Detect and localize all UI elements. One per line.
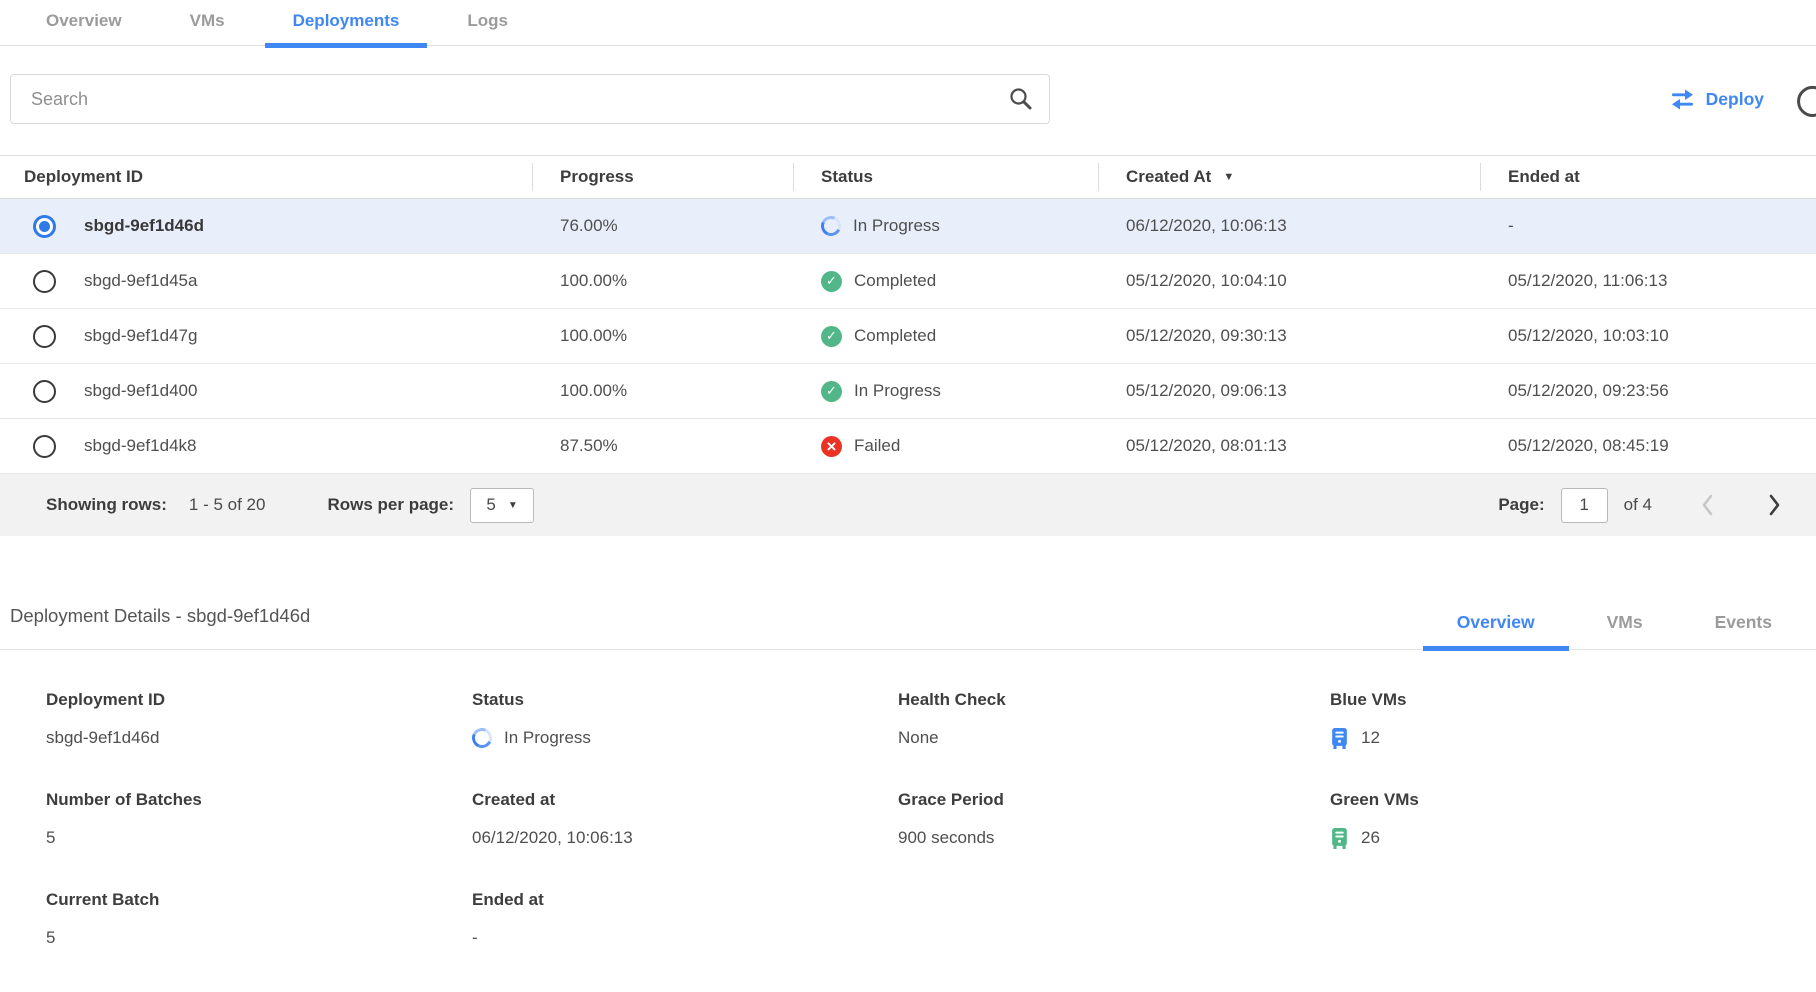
field-health-check: Health Check None	[898, 690, 1330, 750]
deployments-table: Deployment ID Progress Status Created At…	[0, 155, 1816, 536]
field-ended-at: Ended at -	[472, 890, 898, 950]
created-at-value: 05/12/2020, 09:06:13	[1098, 381, 1480, 401]
details-tab-overview[interactable]: Overview	[1421, 602, 1571, 649]
field-grace-period: Grace Period 900 seconds	[898, 790, 1330, 850]
page-number-input[interactable]	[1561, 488, 1608, 523]
deployment-id: sbgd-9ef1d4k8	[84, 436, 196, 456]
rows-per-page-label: Rows per page:	[327, 495, 454, 515]
table-header: Deployment ID Progress Status Created At…	[0, 155, 1816, 199]
table-row[interactable]: sbgd-9ef1d45a 100.00% ✓ Completed 05/12/…	[0, 254, 1816, 309]
status-label: Completed	[854, 326, 936, 346]
deployment-id: sbgd-9ef1d46d	[84, 216, 204, 236]
table-footer: Showing rows: 1 - 5 of 20 Rows per page:…	[0, 474, 1816, 536]
pagination: Page: of 4	[1498, 488, 1786, 523]
column-header-ended-at[interactable]: Ended at	[1480, 156, 1816, 198]
row-radio[interactable]	[33, 380, 56, 403]
showing-rows-value: 1 - 5 of 20	[189, 495, 266, 515]
progress-value: 87.50%	[532, 436, 793, 456]
chevron-down-icon: ▼	[508, 500, 518, 511]
tab-deployments[interactable]: Deployments	[265, 1, 428, 45]
column-header-deployment-id[interactable]: Deployment ID	[0, 156, 532, 198]
ended-at-value: 05/12/2020, 11:06:13	[1480, 271, 1816, 291]
progress-value: 100.00%	[532, 271, 793, 291]
table-row[interactable]: sbgd-9ef1d46d 76.00% In Progress 06/12/2…	[0, 199, 1816, 254]
row-radio[interactable]	[33, 325, 56, 348]
status-label: Completed	[854, 271, 936, 291]
column-header-created-at[interactable]: Created At ▼	[1098, 156, 1480, 198]
next-page-button[interactable]	[1763, 489, 1786, 521]
tab-logs[interactable]: Logs	[439, 1, 536, 45]
sort-desc-icon[interactable]: ▼	[1223, 171, 1234, 183]
field-green-vms: Green VMs 26	[1330, 790, 1816, 850]
status-label: In Progress	[853, 216, 940, 236]
tab-vms[interactable]: VMs	[162, 1, 253, 45]
refresh-icon[interactable]	[1792, 81, 1816, 126]
tab-overview[interactable]: Overview	[18, 1, 150, 45]
details-tab-events[interactable]: Events	[1679, 602, 1808, 649]
progress-value: 76.00%	[532, 216, 793, 236]
field-current-batch: Current Batch 5	[46, 890, 472, 950]
field-deployment-id: Deployment ID sbgd-9ef1d46d	[46, 690, 472, 750]
completed-check-icon: ✓	[821, 326, 842, 347]
field-number-of-batches: Number of Batches 5	[46, 790, 472, 850]
progress-value: 100.00%	[532, 381, 793, 401]
created-at-value: 05/12/2020, 09:30:13	[1098, 326, 1480, 346]
field-status: Status In Progress	[472, 690, 898, 750]
page-total: of 4	[1624, 495, 1652, 515]
search-input[interactable]	[10, 74, 1050, 124]
in-progress-spinner-icon	[818, 213, 844, 239]
details-tab-vms[interactable]: VMs	[1571, 602, 1679, 649]
ended-at-value: 05/12/2020, 09:23:56	[1480, 381, 1816, 401]
table-row[interactable]: sbgd-9ef1d47g 100.00% ✓ Completed 05/12/…	[0, 309, 1816, 364]
previous-page-button[interactable]	[1696, 489, 1719, 521]
details-title: Deployment Details - sbgd-9ef1d46d	[10, 605, 310, 649]
status-label: In Progress	[854, 381, 941, 401]
deploy-button-label: Deploy	[1706, 89, 1764, 110]
deployment-details-section: Deployment Details - sbgd-9ef1d46d Overv…	[0, 602, 1816, 950]
created-at-value: 05/12/2020, 10:04:10	[1098, 271, 1480, 291]
table-row[interactable]: sbgd-9ef1d400 100.00% ✓ In Progress 05/1…	[0, 364, 1816, 419]
created-at-value: 06/12/2020, 10:06:13	[1098, 216, 1480, 236]
deployment-id: sbgd-9ef1d400	[84, 381, 197, 401]
details-fields: Deployment ID sbgd-9ef1d46d Status In Pr…	[0, 690, 1816, 950]
rows-per-page-value: 5	[486, 495, 495, 515]
search-icon	[1008, 86, 1034, 117]
deployment-id: sbgd-9ef1d45a	[84, 271, 197, 291]
details-tab-bar: Overview VMs Events	[1421, 602, 1816, 649]
field-created-at: Created at 06/12/2020, 10:06:13	[472, 790, 898, 850]
blue-vm-server-icon	[1330, 728, 1349, 749]
column-header-progress[interactable]: Progress	[532, 156, 793, 198]
green-vm-server-icon	[1330, 828, 1349, 849]
column-header-status[interactable]: Status	[793, 156, 1098, 198]
deploy-button[interactable]: Deploy	[1669, 89, 1764, 110]
ended-at-value: 05/12/2020, 08:45:19	[1480, 436, 1816, 456]
deployments-page: Overview VMs Deployments Logs Deploy Dep…	[0, 0, 1816, 992]
deploy-swap-arrows-icon	[1669, 89, 1696, 110]
status-label: Failed	[854, 436, 900, 456]
top-tab-bar: Overview VMs Deployments Logs	[0, 0, 1816, 46]
showing-rows-label: Showing rows:	[46, 495, 167, 515]
ended-at-value: 05/12/2020, 10:03:10	[1480, 326, 1816, 346]
created-at-value: 05/12/2020, 08:01:13	[1098, 436, 1480, 456]
page-label: Page:	[1498, 495, 1544, 515]
completed-check-icon: ✓	[821, 381, 842, 402]
search-box	[10, 74, 1050, 124]
completed-check-icon: ✓	[821, 271, 842, 292]
toolbar: Deploy	[0, 73, 1816, 125]
field-blue-vms: Blue VMs 12	[1330, 690, 1816, 750]
progress-value: 100.00%	[532, 326, 793, 346]
table-row[interactable]: sbgd-9ef1d4k8 87.50% × Failed 05/12/2020…	[0, 419, 1816, 474]
row-radio-selected[interactable]	[33, 215, 56, 238]
deployment-id: sbgd-9ef1d47g	[84, 326, 197, 346]
failed-x-icon: ×	[821, 436, 842, 457]
row-radio[interactable]	[33, 435, 56, 458]
row-radio[interactable]	[33, 270, 56, 293]
ended-at-value: -	[1480, 216, 1816, 236]
rows-per-page-select[interactable]: 5 ▼	[470, 488, 534, 523]
in-progress-spinner-icon	[469, 725, 495, 751]
